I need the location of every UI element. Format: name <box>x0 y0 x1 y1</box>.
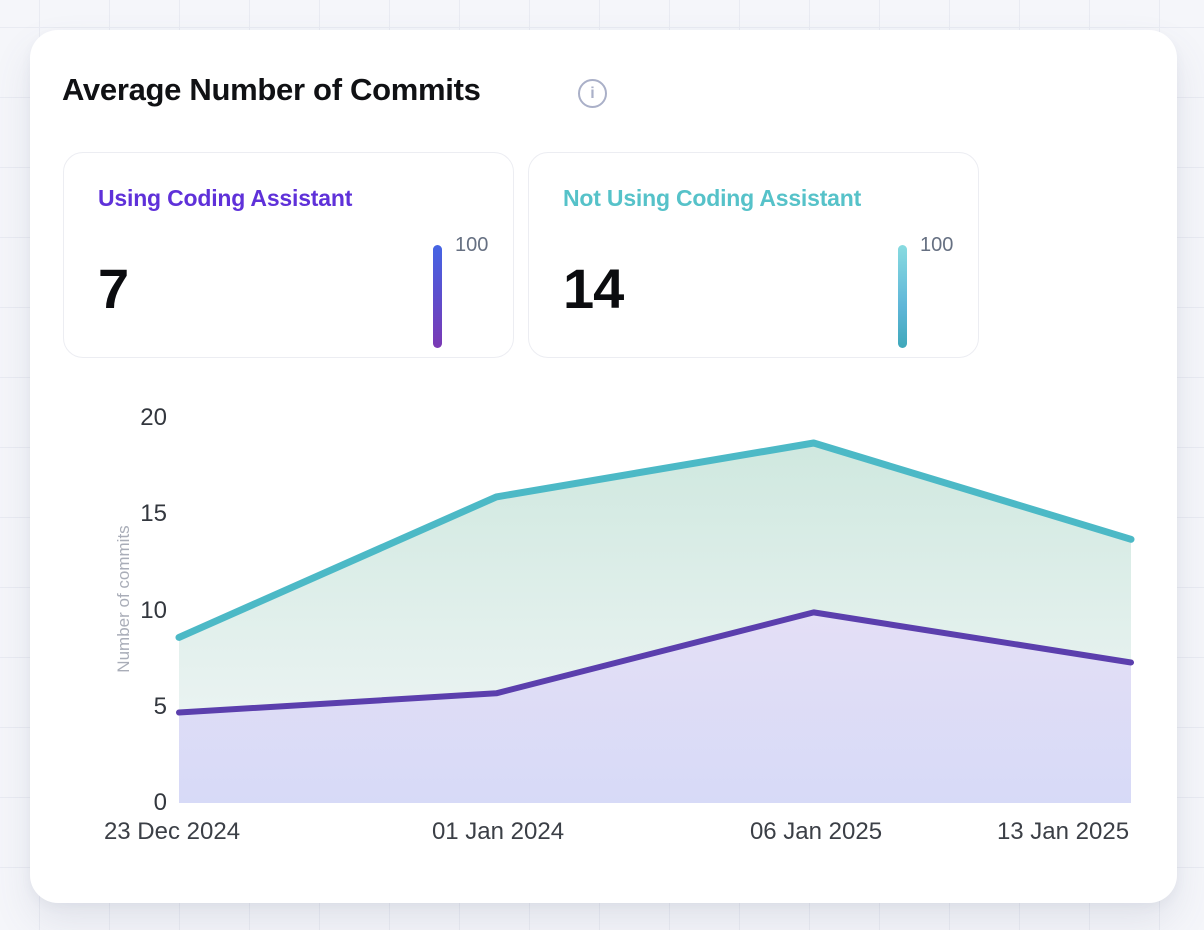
x-label-1: 01 Jan 2024 <box>432 818 564 846</box>
info-icon-glyph: i <box>590 86 594 102</box>
stat-value: 14 <box>563 257 623 321</box>
stat-value: 7 <box>98 257 128 321</box>
y-tick-10: 10 <box>107 598 167 624</box>
x-label-2: 06 Jan 2025 <box>750 818 882 846</box>
info-icon[interactable]: i <box>578 79 607 108</box>
area-chart-plot[interactable] <box>179 418 1131 803</box>
stat-card-not-using-assistant: Not Using Coding Assistant 14 100 <box>528 152 979 358</box>
x-label-0: 23 Dec 2024 <box>104 818 240 846</box>
stat-label: Not Using Coding Assistant <box>563 185 861 212</box>
stat-card-using-assistant: Using Coding Assistant 7 100 <box>63 152 514 358</box>
page-background: { "header": { "title": "Average Number o… <box>0 0 1204 930</box>
y-tick-5: 5 <box>107 694 167 720</box>
x-label-3: 13 Jan 2025 <box>997 818 1129 846</box>
commits-chart-card: Average Number of Commits i Using Coding… <box>30 30 1177 903</box>
gradient-bar-icon <box>898 245 907 348</box>
stat-scale-max: 100 <box>455 234 488 257</box>
page-title: Average Number of Commits <box>62 72 481 108</box>
stat-label: Using Coding Assistant <box>98 185 352 212</box>
stat-scale-max: 100 <box>920 234 953 257</box>
y-tick-15: 15 <box>107 501 167 527</box>
y-tick-0: 0 <box>107 790 167 816</box>
y-tick-20: 20 <box>107 405 167 431</box>
gradient-bar-icon <box>433 245 442 348</box>
